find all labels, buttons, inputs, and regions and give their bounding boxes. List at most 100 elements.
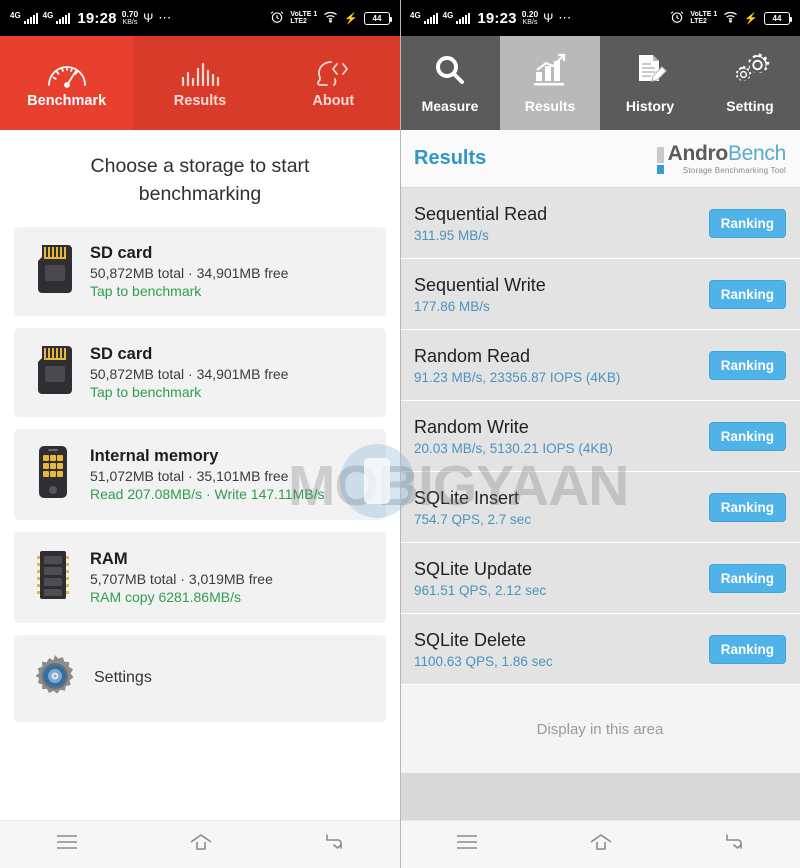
results-list: Sequential Read 311.95 MB/s Ranking Sequ… <box>400 188 800 685</box>
document-pencil-icon <box>630 53 670 92</box>
left-phone-screen: 4G 4G 19:28 0.70 KB/s Ψ ⋯ VoLTE 1 LTE2 ⚡… <box>0 0 400 868</box>
storage-status: Tap to benchmark <box>90 383 202 400</box>
result-value: 1100.63 QPS, 1.86 sec <box>414 653 553 669</box>
result-name: Sequential Write <box>414 274 546 295</box>
ranking-button[interactable]: Ranking <box>708 492 786 522</box>
tab-measure[interactable]: Measure <box>400 36 500 130</box>
storage-card-sd-1[interactable]: SD card 50,872MB total · 34,901MB free T… <box>14 226 386 316</box>
tab-about[interactable]: About <box>267 36 400 130</box>
signal-sim2: 4G <box>443 11 471 24</box>
speedometer-icon <box>45 58 89 88</box>
status-clock: 19:28 <box>77 9 117 27</box>
network-type-2: 4G <box>42 10 54 20</box>
signal-sim2: 4G <box>42 10 71 24</box>
status-clock: 19:23 <box>477 9 517 27</box>
usb-icon: Ψ <box>543 11 554 25</box>
result-name: Random Write <box>414 416 529 437</box>
storage-status: RAM copy 6281.86MB/s <box>90 588 241 605</box>
more-dots-icon: ⋯ <box>158 10 173 25</box>
result-value: 754.7 QPS, 2.7 sec <box>414 511 532 527</box>
charging-bolt-icon: ⚡ <box>744 12 758 25</box>
logo-primary-text: Andro <box>667 141 729 165</box>
tab-results[interactable]: Results <box>133 36 266 130</box>
battery-level: 44 <box>772 13 782 23</box>
benchmark-content: Choose a storage to start benchmarking S… <box>0 130 400 722</box>
result-row-sequential-read: Sequential Read 311.95 MB/s Ranking <box>400 188 800 259</box>
ranking-button[interactable]: Ranking <box>708 634 786 664</box>
battery-indicator: 44 <box>764 11 792 25</box>
net-speed-value: 0.20 <box>521 8 539 19</box>
ranking-button[interactable]: Ranking <box>708 350 786 380</box>
net-speed-unit: KB/s <box>522 18 538 26</box>
ranking-button[interactable]: Ranking <box>708 421 786 451</box>
back-icon[interactable] <box>324 833 344 856</box>
tab-about-label: About <box>312 92 355 109</box>
ranking-button[interactable]: Ranking <box>708 279 786 309</box>
volte-line-2: LTE2 <box>290 18 307 25</box>
ram-chip-icon <box>32 548 74 607</box>
result-row-sqlite-delete: SQLite Delete 1100.63 QPS, 1.86 sec Rank… <box>400 614 800 685</box>
tab-history[interactable]: History <box>600 36 700 130</box>
bar-chart-growth-icon <box>530 53 570 92</box>
screenshot-divider <box>400 0 401 868</box>
menu-icon[interactable] <box>56 834 78 855</box>
tab-history-label: History <box>625 97 675 114</box>
sd-card-icon <box>32 243 74 300</box>
gears-icon <box>730 52 770 92</box>
androbench-logo: AndroBench Storage Benchmarking Tool <box>656 141 786 175</box>
bar-chart-icon <box>178 58 222 88</box>
settings-label: Settings <box>94 669 152 687</box>
result-row-sequential-write: Sequential Write 177.86 MB/s Ranking <box>400 259 800 330</box>
logo-mark-icon <box>656 143 664 174</box>
volte-indicator: VoLTE 1 LTE2 <box>690 11 717 26</box>
result-name: Sequential Read <box>414 203 548 224</box>
volte-line-2: LTE2 <box>690 18 707 25</box>
back-icon[interactable] <box>724 833 744 856</box>
result-row-sqlite-update: SQLite Update 961.51 QPS, 2.12 sec Ranki… <box>400 543 800 614</box>
storage-capacity: 5,707MB total · 3,019MB free <box>90 570 273 587</box>
network-speed-indicator: 0.70 KB/s <box>122 9 139 26</box>
tab-results[interactable]: Results <box>500 36 600 130</box>
ranking-button[interactable]: Ranking <box>708 208 786 238</box>
battery-level: 44 <box>372 13 382 23</box>
storage-card-ram[interactable]: RAM 5,707MB total · 3,019MB free RAM cop… <box>14 531 386 623</box>
storage-name: Internal memory <box>90 446 219 465</box>
result-row-sqlite-insert: SQLite Insert 754.7 QPS, 2.7 sec Ranking <box>400 472 800 543</box>
volte-indicator: VoLTE 1 LTE2 <box>290 11 317 26</box>
tab-measure-label: Measure <box>421 97 479 114</box>
result-name: SQLite Delete <box>414 629 527 650</box>
result-row-random-write: Random Write 20.03 MB/s, 5130.21 IOPS (4… <box>400 401 800 472</box>
storage-name: SD card <box>90 243 153 262</box>
result-value: 20.03 MB/s, 5130.21 IOPS (4KB) <box>414 440 613 456</box>
gear-icon <box>32 653 78 704</box>
tab-setting[interactable]: Setting <box>700 36 800 130</box>
storage-name: SD card <box>90 344 153 363</box>
wifi-icon <box>723 11 738 26</box>
settings-row[interactable]: Settings <box>14 634 386 722</box>
home-icon[interactable] <box>189 833 213 856</box>
ranking-button[interactable]: Ranking <box>708 563 786 593</box>
more-dots-icon: ⋯ <box>558 10 573 25</box>
tab-benchmark[interactable]: Benchmark <box>0 36 134 130</box>
storage-capacity: 50,872MB total · 34,901MB free <box>90 365 289 382</box>
network-type-1: 4G <box>410 10 421 20</box>
tab-results-label: Results <box>173 92 227 109</box>
magnifier-icon <box>430 53 470 92</box>
storage-card-sd-2[interactable]: SD card 50,872MB total · 34,901MB free T… <box>14 327 386 417</box>
menu-icon[interactable] <box>456 834 478 855</box>
alarm-clock-icon <box>270 10 284 27</box>
alarm-clock-icon <box>670 10 684 27</box>
result-value: 177.86 MB/s <box>414 298 490 314</box>
storage-card-internal-memory[interactable]: Internal memory 51,072MB total · 35,101M… <box>14 428 386 520</box>
benchmark-app-tab-bar: Benchmark Results About <box>0 36 400 130</box>
result-name: SQLite Update <box>414 558 533 579</box>
page-title: Choose a storage to start benchmarking <box>90 155 310 206</box>
result-row-random-read: Random Read 91.23 MB/s, 23356.87 IOPS (4… <box>400 330 800 401</box>
signal-sim1: 4G <box>410 10 438 24</box>
result-value: 961.51 QPS, 2.12 sec <box>414 582 547 598</box>
result-value: 91.23 MB/s, 23356.87 IOPS (4KB) <box>414 369 621 385</box>
logo-secondary-text: Bench <box>727 141 786 165</box>
tab-results-label: Results <box>524 97 576 114</box>
home-icon[interactable] <box>589 833 613 856</box>
net-speed-unit: KB/s <box>122 18 138 26</box>
